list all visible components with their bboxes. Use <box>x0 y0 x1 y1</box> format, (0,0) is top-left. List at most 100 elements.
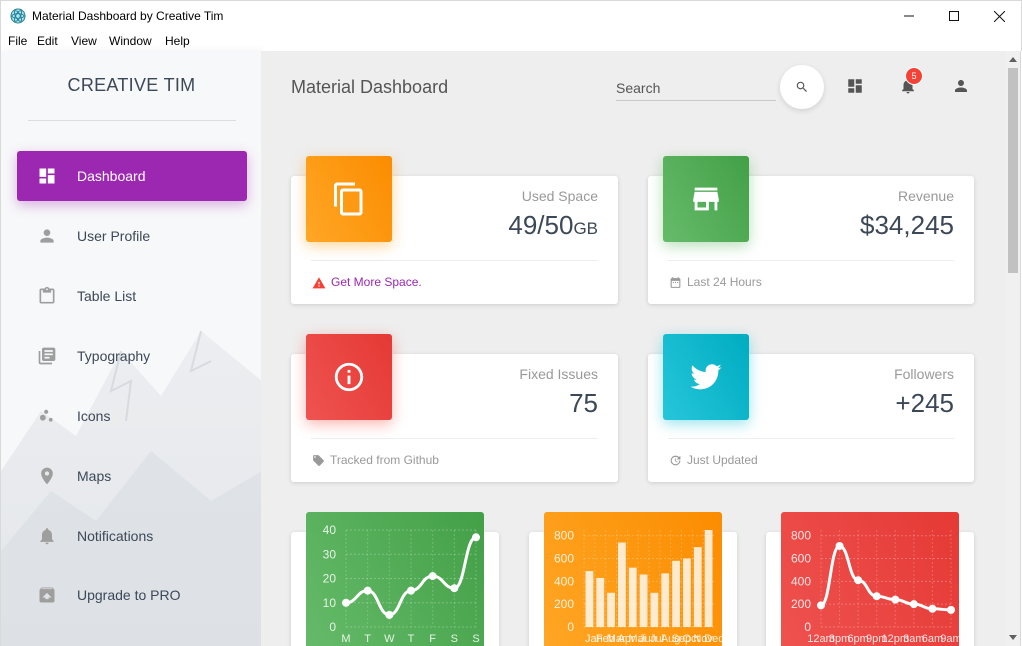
sidebar-item-upgrade[interactable]: Upgrade to PRO <box>17 570 247 620</box>
menu-help[interactable]: Help <box>165 34 190 48</box>
sidebar: CREATIVE TIM Dashboard User Profile Tabl… <box>0 51 261 646</box>
data-point <box>928 604 937 613</box>
y-tick-label: 0 <box>804 620 811 634</box>
x-tick-label: T <box>364 633 371 645</box>
brand-logo-text[interactable]: CREATIVE TIM <box>1 75 261 96</box>
x-tick-label: 9am <box>940 633 959 645</box>
y-tick-label: 200 <box>554 597 574 611</box>
sidebar-item-label: Typography <box>77 348 151 364</box>
dashboard-toggle-button[interactable] <box>844 75 866 97</box>
stat-footer-text: Tracked from Github <box>330 453 439 467</box>
scroll-down-button[interactable] <box>1005 629 1021 645</box>
stat-value: 75 <box>569 388 598 418</box>
completed-tasks-line-chart: 020040060080012am3pm6pm9pm12pm3am6am9am <box>791 529 959 645</box>
stat-footer: Tracked from Github <box>312 453 439 467</box>
get-more-space-link[interactable]: Get More Space. <box>331 275 422 289</box>
bar <box>683 558 691 627</box>
sidebar-item-icons[interactable]: Icons <box>17 391 247 441</box>
stat-category: Used Space <box>521 188 598 204</box>
search-field <box>616 77 776 101</box>
sidebar-item-typography[interactable]: Typography <box>17 331 247 381</box>
bar <box>693 547 702 627</box>
y-tick-label: 400 <box>554 574 574 588</box>
stat-footer: Get More Space. <box>312 275 422 289</box>
sidebar-item-notifications[interactable]: Notifications <box>17 511 247 561</box>
stat-footer: Just Updated <box>669 453 758 467</box>
unarchive-icon <box>35 583 59 607</box>
sidebar-item-user-profile[interactable]: User Profile <box>17 211 247 261</box>
page-title[interactable]: Material Dashboard <box>291 77 448 98</box>
sidebar-item-label: Upgrade to PRO <box>77 587 181 603</box>
card-divider <box>668 438 954 439</box>
card-divider <box>311 260 598 261</box>
menu-file[interactable]: File <box>8 34 27 48</box>
menu-edit[interactable]: Edit <box>37 34 58 48</box>
maximize-icon <box>949 11 959 21</box>
notification-badge: 5 <box>905 67 923 85</box>
main-content: Material Dashboard 5 Used Space 49/50GB … <box>261 51 1005 646</box>
x-tick-label: M <box>341 633 350 645</box>
search-button[interactable] <box>780 65 824 109</box>
person-icon <box>35 224 59 248</box>
y-tick-label: 0 <box>567 620 574 634</box>
y-tick-label: 400 <box>791 574 811 588</box>
location-icon <box>35 464 59 488</box>
person-icon <box>955 80 967 92</box>
stat-value: +245 <box>895 388 954 418</box>
sidebar-item-label: Notifications <box>77 528 154 544</box>
library-books-icon <box>35 344 59 368</box>
completed-tasks-chart: 0 200 400 600 800 12am 3pm 6pm 9pm 12pm 3am 6am 9am <box>781 512 959 646</box>
tag-icon <box>312 454 325 467</box>
data-point <box>428 572 437 581</box>
sidebar-item-label: Table List <box>77 288 137 304</box>
y-tick-label: 10 <box>323 596 337 610</box>
chevron-down-icon <box>1009 634 1017 640</box>
dashboard-icon <box>35 164 59 188</box>
content-copy-icon <box>306 156 392 242</box>
close-icon <box>993 10 1005 22</box>
y-tick-label: 0 <box>329 620 336 634</box>
sidebar-item-table-list[interactable]: Table List <box>17 271 247 321</box>
stat-footer-text: Just Updated <box>687 453 758 467</box>
sidebar-item-maps[interactable]: Maps <box>17 451 247 501</box>
y-tick-label: 600 <box>554 552 574 566</box>
sidebar-item-dashboard[interactable]: Dashboard <box>17 151 247 201</box>
search-input[interactable] <box>616 77 776 99</box>
vertical-scrollbar[interactable] <box>1005 51 1021 646</box>
sidebar-item-label: Maps <box>77 468 112 484</box>
data-point <box>947 605 955 614</box>
sidebar-item-label: Icons <box>77 408 111 424</box>
store-icon <box>663 156 749 242</box>
menu-view[interactable]: View <box>71 34 97 48</box>
info-outline-icon <box>306 334 392 420</box>
data-point <box>472 533 480 542</box>
minimize-button[interactable] <box>886 1 932 31</box>
maximize-button[interactable] <box>931 1 977 31</box>
close-button[interactable] <box>976 1 1022 31</box>
bell-icon <box>35 524 59 548</box>
y-tick-label: 800 <box>554 529 574 543</box>
x-tick-label: W <box>384 633 395 645</box>
daily-sales-chart: 0 10 20 30 40 M T W T F S S <box>306 512 484 646</box>
x-tick-label: S <box>451 633 458 645</box>
data-point <box>407 586 415 595</box>
data-point <box>342 598 350 607</box>
data-point <box>891 595 900 604</box>
data-point <box>817 601 825 610</box>
data-point <box>450 584 459 593</box>
stat-footer-text: Last 24 Hours <box>687 275 762 289</box>
card-divider <box>668 260 954 261</box>
stat-value: 49/50GB <box>508 210 598 240</box>
data-point <box>385 610 394 619</box>
scrollbar-thumb[interactable] <box>1008 68 1018 273</box>
stat-category: Fixed Issues <box>519 366 598 382</box>
scroll-up-button[interactable] <box>1005 51 1021 67</box>
menu-window[interactable]: Window <box>109 34 152 48</box>
warning-icon <box>312 276 326 289</box>
bar <box>607 592 615 627</box>
profile-button[interactable] <box>950 75 972 97</box>
window-title: Material Dashboard by Creative Tim <box>32 9 224 23</box>
data-point <box>363 586 372 595</box>
y-tick-label: 800 <box>791 529 811 543</box>
stat-category: Followers <box>894 366 954 382</box>
